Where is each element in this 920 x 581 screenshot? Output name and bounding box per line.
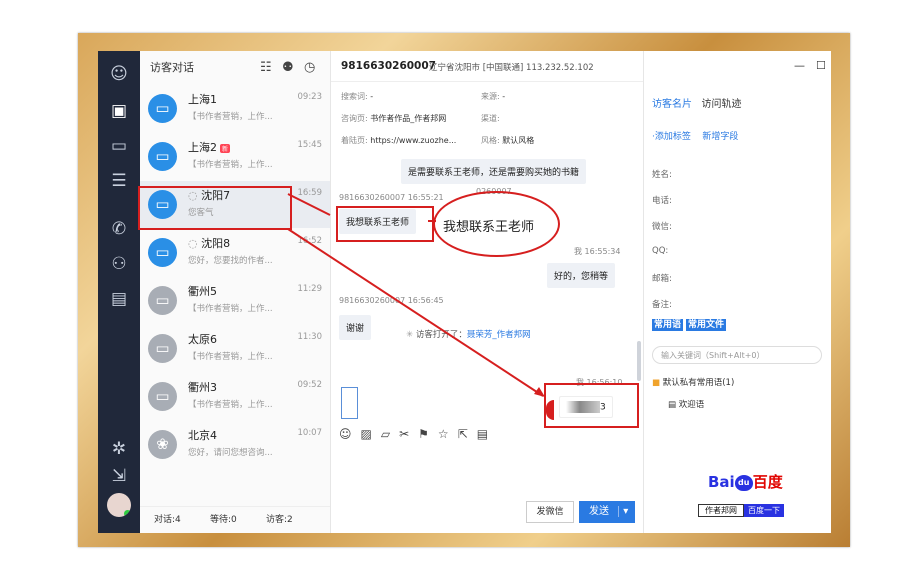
chat-app-window: ☺ ▣ ▭ ☰ ✆ ⚇ ▤ ✲ ⇲ 访客对话 ☷ ⚉ ◷ ▭ 上海1 09:23…	[98, 51, 831, 533]
baidu-watermark: Bai du 百度 作者邦网 百度一下	[698, 471, 808, 519]
arrow-line	[287, 193, 331, 216]
baidu-tag-right: 百度一下	[744, 504, 784, 517]
baidu-logo: Bai du 百度	[708, 473, 783, 491]
baidu-tag-left: 作者邦网	[698, 504, 744, 517]
arrow-line	[287, 228, 544, 397]
annotation-arrows	[287, 193, 545, 397]
red-mark	[546, 400, 554, 420]
paw-icon: du	[734, 474, 753, 491]
baidu-tag: 作者邦网 百度一下	[698, 504, 784, 517]
arrow-head	[534, 387, 545, 397]
wooden-frame: ☺ ▣ ▭ ☰ ✆ ⚇ ▤ ✲ ⇲ 访客对话 ☷ ⚉ ◷ ▭ 上海1 09:23…	[78, 33, 850, 547]
